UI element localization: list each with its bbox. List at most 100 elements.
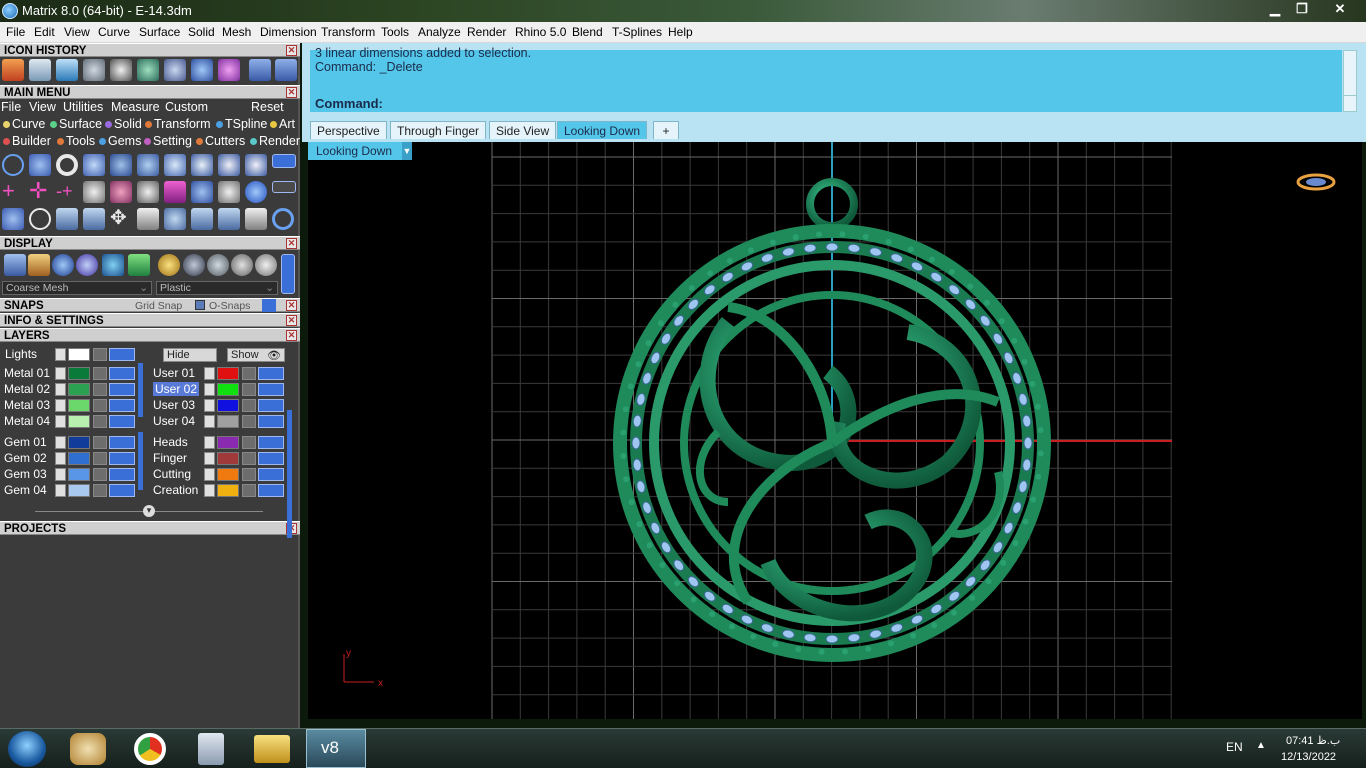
play-icon[interactable] <box>55 452 66 465</box>
flask-icon[interactable] <box>191 59 213 81</box>
menu-tools[interactable]: Tools <box>381 25 409 39</box>
lock-icon[interactable] <box>242 468 256 481</box>
close-button[interactable]: ✕ <box>1326 0 1354 20</box>
circle-tool-icon[interactable] <box>2 154 24 176</box>
ring-tool-icon[interactable] <box>56 154 78 176</box>
mirror-tool-icon[interactable] <box>83 208 105 230</box>
visibility-toggle[interactable] <box>109 367 135 380</box>
mm-custom[interactable]: Custom <box>165 100 208 114</box>
tab-side-view[interactable]: Side View <box>489 121 557 139</box>
visibility-toggle[interactable] <box>109 468 135 481</box>
layer-color-swatch[interactable] <box>217 436 239 449</box>
back-arrow-icon[interactable] <box>249 59 271 81</box>
grid-snap-toggle[interactable]: Grid Snap <box>135 299 182 313</box>
platinum-material-icon[interactable] <box>207 254 229 276</box>
silver-material-icon[interactable] <box>183 254 205 276</box>
mm-art[interactable]: Art <box>270 117 295 131</box>
close-icon[interactable]: ✕ <box>286 300 297 311</box>
pave-tool-icon[interactable] <box>218 181 240 203</box>
layer-color-swatch[interactable] <box>68 367 90 380</box>
mm-solid[interactable]: Solid <box>105 117 142 131</box>
ghosted-icon[interactable] <box>76 254 98 276</box>
toggle-icon[interactable] <box>272 154 296 168</box>
visibility-toggle[interactable] <box>258 415 284 428</box>
layer-row[interactable]: Gem 02 <box>4 451 154 466</box>
visibility-toggle[interactable] <box>258 399 284 412</box>
menu-transform[interactable]: Transform <box>321 25 375 39</box>
layer-color-swatch[interactable] <box>68 452 90 465</box>
close-icon[interactable]: ✕ <box>286 330 297 341</box>
visibility-toggle[interactable] <box>258 436 284 449</box>
move-tool-icon[interactable]: ✥ <box>110 208 132 230</box>
layer-color-swatch[interactable] <box>217 452 239 465</box>
shank-tool-icon[interactable] <box>245 154 267 176</box>
visibility-toggle[interactable] <box>258 452 284 465</box>
play-icon[interactable] <box>204 367 215 380</box>
matte-material-icon[interactable] <box>231 254 253 276</box>
curve-tool-icon[interactable] <box>29 154 51 176</box>
play-icon[interactable] <box>55 399 66 412</box>
bezel-tool-icon[interactable] <box>137 154 159 176</box>
mm-builder[interactable]: Builder <box>3 134 51 148</box>
cubes-tool-icon[interactable] <box>2 208 24 230</box>
projects-header[interactable]: PROJECTS✕ <box>0 521 300 535</box>
layer-row[interactable]: Gem 04 <box>4 483 154 498</box>
visibility-toggle[interactable] <box>109 484 135 497</box>
clock-date[interactable]: 12/13/2022 <box>1281 751 1336 763</box>
grid-icon[interactable] <box>56 59 78 81</box>
layer-row[interactable]: Metal 01 <box>4 366 154 381</box>
layer-name[interactable]: User 04 <box>153 414 195 428</box>
layer-color-swatch[interactable] <box>217 383 239 396</box>
play-icon[interactable] <box>55 468 66 481</box>
display-scroll-icon[interactable] <box>281 254 295 294</box>
circle-outline-icon[interactable] <box>272 208 294 230</box>
rendered-icon[interactable] <box>52 254 74 276</box>
band-tool-icon[interactable] <box>83 154 105 176</box>
paint-icon[interactable] <box>70 733 106 765</box>
layer-name[interactable]: User 03 <box>153 398 195 412</box>
layer-color-swatch[interactable] <box>68 468 90 481</box>
layers-header[interactable]: LAYERS ✕ <box>0 328 300 342</box>
osnap-checkbox[interactable] <box>195 300 205 310</box>
play-icon[interactable] <box>204 436 215 449</box>
layer-color-swatch[interactable] <box>68 436 90 449</box>
layer-name[interactable]: Creation <box>153 483 198 497</box>
layer-name[interactable]: Gem 02 <box>4 451 47 465</box>
snap-toggle-icon[interactable] <box>262 299 276 312</box>
info-settings-header[interactable]: INFO & SETTINGS ✕ <box>0 313 300 327</box>
snaps-header[interactable]: SNAPS Grid Snap O-Snaps ✕ <box>0 298 300 312</box>
layer-color-swatch[interactable] <box>68 399 90 412</box>
gear-icon[interactable] <box>83 59 105 81</box>
layer-name[interactable]: User 01 <box>153 366 195 380</box>
lock-icon[interactable] <box>93 348 107 361</box>
play-icon[interactable] <box>55 367 66 380</box>
menu-edit[interactable]: Edit <box>34 25 55 39</box>
trim-tool-icon[interactable] <box>245 208 267 230</box>
gem-tool-icon[interactable] <box>164 154 186 176</box>
lock-icon[interactable] <box>242 484 256 497</box>
layer-row[interactable]: Cutting <box>153 467 303 482</box>
layers-scrollbar[interactable] <box>138 363 143 417</box>
mm-surface[interactable]: Surface <box>50 117 102 131</box>
menu-dimension[interactable]: Dimension <box>260 25 317 39</box>
chain-tool-icon[interactable] <box>137 181 159 203</box>
layer-color-swatch[interactable] <box>68 415 90 428</box>
visibility-toggle[interactable] <box>109 436 135 449</box>
menu-help[interactable]: Help <box>668 25 693 39</box>
history-scrollbar[interactable] <box>1343 50 1357 100</box>
arrows-icon[interactable] <box>164 59 186 81</box>
lock-icon[interactable] <box>242 399 256 412</box>
lock-icon[interactable] <box>93 484 107 497</box>
play-icon[interactable] <box>55 436 66 449</box>
layers-scrollbar[interactable] <box>138 432 143 490</box>
layer-name[interactable]: Gem 01 <box>4 435 47 449</box>
menu-analyze[interactable]: Analyze <box>418 25 461 39</box>
sphere-icon[interactable] <box>137 59 159 81</box>
shield-tool-icon[interactable] <box>191 154 213 176</box>
play-icon[interactable] <box>204 415 215 428</box>
cross-tool-icon[interactable]: ✛ <box>29 180 51 203</box>
layer-color-swatch[interactable] <box>217 399 239 412</box>
menu-view[interactable]: View <box>64 25 90 39</box>
menu-rhino[interactable]: Rhino 5.0 <box>515 25 566 39</box>
mm-tspline[interactable]: TSpline <box>216 117 267 131</box>
